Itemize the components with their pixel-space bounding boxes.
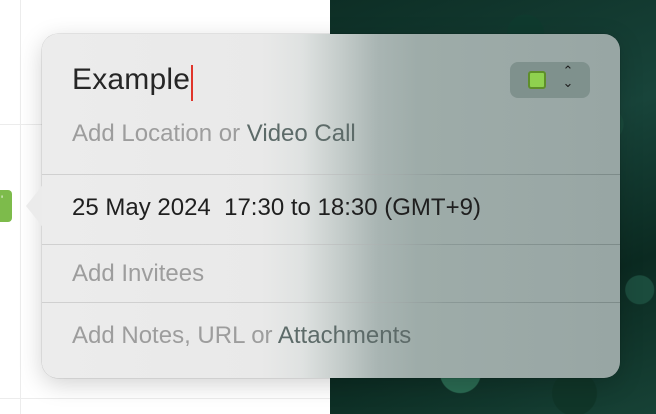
calendar-grid-line — [0, 398, 330, 399]
event-date[interactable]: 25 May 2024 — [72, 194, 211, 221]
event-title[interactable]: Example — [72, 63, 190, 96]
calendar-color-picker[interactable]: ⌃ ⌄ — [510, 62, 590, 98]
divider — [42, 302, 620, 303]
event-block-mark: ' — [1, 194, 4, 206]
to-label: to — [290, 194, 311, 221]
notes-field[interactable]: Add Notes, URL or Attachments — [72, 322, 411, 350]
notes-placeholder-tail: Attachments — [277, 322, 412, 349]
event-timezone[interactable]: (GMT+9) — [384, 194, 481, 221]
event-end-time[interactable]: 18:30 — [318, 194, 378, 221]
notes-placeholder: Add Notes, URL or — [72, 322, 278, 349]
location-placeholder-tail: Video Call — [246, 120, 356, 147]
location-placeholder: Add Location or — [72, 120, 247, 147]
text-cursor — [191, 64, 194, 101]
calendar-event-block[interactable]: ' — [0, 190, 12, 222]
location-field[interactable]: Add Location or Video Call — [72, 120, 356, 148]
calendar-grid-line — [20, 0, 21, 414]
event-title-field[interactable]: Example — [72, 60, 194, 101]
event-popover: Example ⌃ ⌄ Add Location or Video Call 25… — [26, 34, 620, 378]
event-start-time[interactable]: 17:30 — [224, 194, 284, 221]
event-date-time[interactable]: 25 May 2024 17:30 to 18:30 (GMT+9) — [72, 194, 481, 222]
divider — [42, 174, 620, 175]
invitees-placeholder: Add Invitees — [72, 260, 205, 287]
color-swatch-icon — [528, 71, 546, 89]
invitees-field[interactable]: Add Invitees — [72, 260, 204, 288]
popover-arrow — [26, 186, 42, 226]
divider — [42, 244, 620, 245]
chevron-up-down-icon: ⌃ ⌄ — [562, 63, 574, 90]
